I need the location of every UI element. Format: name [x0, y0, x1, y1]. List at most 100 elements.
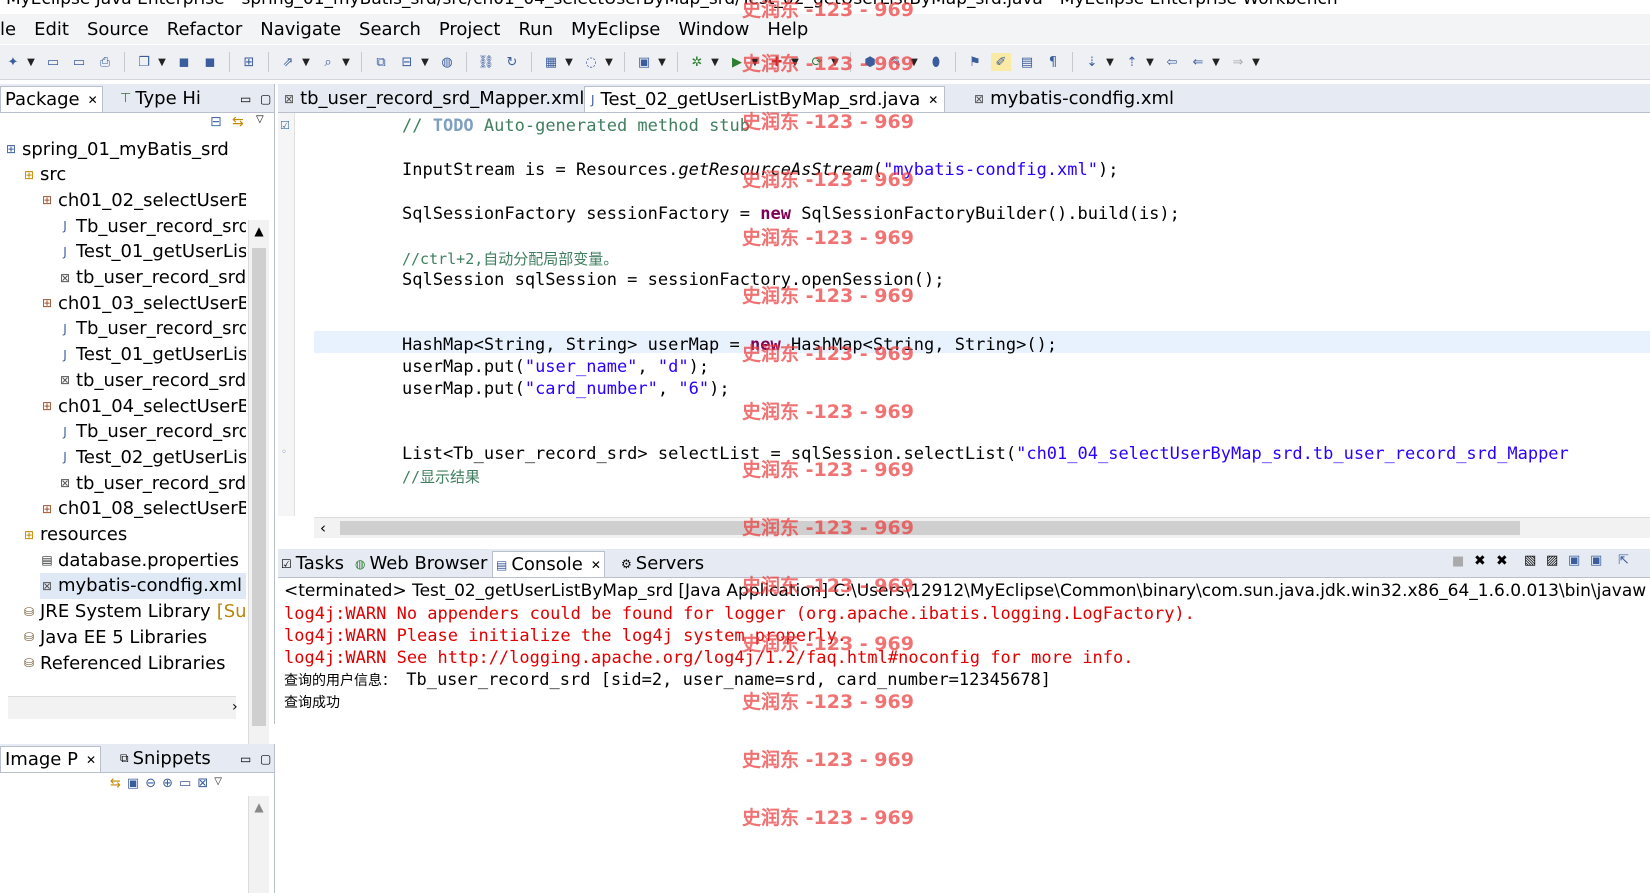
- perspective-dropdown-icon[interactable]: ▼: [564, 53, 574, 71]
- menu-item[interactable]: Search: [350, 19, 430, 40]
- menu-item[interactable]: Project: [430, 19, 510, 40]
- link-icon[interactable]: ⛓: [476, 53, 496, 71]
- new-icon[interactable]: ✦: [3, 53, 23, 71]
- console-output[interactable]: <terminated> Test_02_getUserListByMap_sr…: [278, 578, 1650, 893]
- terminate-icon[interactable]: ■: [1452, 554, 1464, 569]
- external-tools-icon[interactable]: ⟳: [807, 53, 827, 71]
- view-menu-icon[interactable]: ▽: [214, 776, 222, 791]
- run-dropdown-icon[interactable]: ▼: [750, 53, 760, 71]
- search-dropdown-icon[interactable]: ▼: [341, 53, 351, 71]
- deploy-dropdown-icon[interactable]: ▼: [301, 53, 311, 71]
- tab-type-hierarchy[interactable]: ⊤ Type Hi: [116, 86, 205, 111]
- next-annotation-dropdown-icon[interactable]: ▼: [1105, 53, 1115, 71]
- tree-item[interactable]: ⊞ ch01_08_selectUserBy: [40, 496, 246, 522]
- web-dropdown-icon[interactable]: ▼: [604, 53, 614, 71]
- tab-image-preview[interactable]: Image P ✕: [0, 746, 102, 772]
- open-console-icon[interactable]: ⇱: [1618, 553, 1629, 568]
- tree-item[interactable]: J Test_02_getUserLis: [58, 444, 246, 470]
- maximize-icon[interactable]: ▢: [256, 746, 275, 771]
- scroll-thumb[interactable]: [340, 521, 1520, 535]
- prev-annotation-dropdown-icon[interactable]: ▼: [1145, 53, 1155, 71]
- back-icon[interactable]: ⇐: [1188, 53, 1208, 71]
- open-dropdown-icon[interactable]: ▼: [420, 53, 430, 71]
- remove-all-icon[interactable]: ✖: [1496, 553, 1508, 569]
- coverage-icon[interactable]: ✚: [767, 53, 787, 71]
- tree-item[interactable]: ⊠ mybatis-condfig.xml: [40, 572, 246, 599]
- show-whitespace-icon[interactable]: ¶: [1043, 53, 1063, 71]
- web-icon[interactable]: ◌: [581, 53, 601, 71]
- external-dropdown-icon[interactable]: ▼: [830, 53, 840, 71]
- last-edit-icon[interactable]: ⇦: [1162, 53, 1182, 71]
- actual-size-icon[interactable]: ▭: [179, 776, 191, 791]
- tree-vertical-scrollbar[interactable]: ▲ ▼: [248, 220, 269, 772]
- tree-item[interactable]: ⊞ ch01_02_selectUserBy: [40, 187, 246, 213]
- tree-item[interactable]: ⛁ JRE System Library[Sun: [22, 599, 246, 625]
- tree-item[interactable]: ⊠ tb_user_record_srd: [58, 265, 246, 291]
- tab-web-browser[interactable]: ◍ Web Browser: [352, 551, 490, 576]
- tab-mapper-xml[interactable]: ⊠ tb_user_record_srd_Mapper.xml: [278, 86, 590, 111]
- menu-item[interactable]: Refactor: [158, 19, 252, 40]
- tree-item[interactable]: ▤ database.properties: [40, 547, 239, 573]
- forward-icon[interactable]: ⇒: [1228, 53, 1248, 71]
- open-perspective-icon[interactable]: ⬢: [860, 53, 880, 71]
- menu-item[interactable]: Edit: [25, 19, 78, 40]
- view-menu-icon[interactable]: ▽: [256, 114, 264, 125]
- tree-item[interactable]: ⊞ ch01_04_selectUserBy: [40, 393, 246, 419]
- image-preview-scrollbar[interactable]: ▲: [248, 796, 269, 893]
- wizard-dropdown-icon[interactable]: ▼: [157, 53, 167, 71]
- scroll-left-icon[interactable]: ‹: [320, 519, 326, 537]
- scroll-up-icon[interactable]: ▲: [249, 800, 269, 814]
- new-dropdown-icon[interactable]: ▼: [26, 53, 36, 71]
- deploy-icon[interactable]: ⇗: [278, 53, 298, 71]
- tree-item[interactable]: ⊠ tb_user_record_srd: [58, 470, 246, 496]
- mark-occurrences-icon[interactable]: ✐: [991, 53, 1011, 71]
- clear-console-icon[interactable]: ▧: [1524, 553, 1536, 568]
- server-icon[interactable]: ⊞: [239, 53, 259, 71]
- tree-item[interactable]: J Test_01_getUserLis: [58, 342, 246, 368]
- close-icon[interactable]: ✕: [88, 93, 98, 107]
- menu-item[interactable]: MyEclipse: [562, 19, 669, 40]
- debug-icon[interactable]: ✲: [687, 53, 707, 71]
- tab-console[interactable]: ▤ Console ✕: [492, 551, 605, 577]
- monitor-dropdown-icon[interactable]: ▼: [657, 53, 667, 71]
- menu-item[interactable]: Run: [509, 19, 562, 40]
- tree-item[interactable]: ⊞ ch01_03_selectUserBy: [40, 290, 246, 316]
- scroll-right-icon[interactable]: ›: [232, 699, 238, 715]
- editor-horizontal-scrollbar[interactable]: ‹: [314, 517, 1650, 538]
- link-icon[interactable]: ⇆: [110, 776, 121, 791]
- link-editor-icon[interactable]: ⇆: [232, 114, 244, 130]
- collapse-all-icon[interactable]: ⊟: [210, 114, 222, 130]
- remove-launch-icon[interactable]: ✖: [1474, 553, 1486, 569]
- tree-item[interactable]: ⊠ tb_user_record_srd: [58, 367, 246, 393]
- fit-window-icon[interactable]: ⊠: [197, 776, 208, 791]
- tree-item[interactable]: J Test_01_getUserLis: [58, 239, 246, 265]
- fit-icon[interactable]: ▣: [127, 776, 139, 791]
- package-icon[interactable]: ◼: [174, 53, 194, 71]
- back-dropdown-icon[interactable]: ▼: [1211, 53, 1221, 71]
- marker-icon[interactable]: ⬮: [926, 53, 946, 71]
- menu-item[interactable]: Navigate: [251, 19, 350, 40]
- close-icon[interactable]: ✕: [591, 558, 601, 572]
- toggle-breadcrumb-icon[interactable]: ⚑: [965, 53, 985, 71]
- pin-dropdown-icon[interactable]: ▼: [909, 53, 919, 71]
- menu-item[interactable]: Source: [78, 19, 158, 40]
- open-type-icon[interactable]: ⧉: [371, 53, 391, 71]
- zoom-out-icon[interactable]: ⊖: [145, 776, 156, 791]
- menu-item[interactable]: Help: [758, 19, 817, 40]
- tab-mybatis-config[interactable]: ⊠ mybatis-condfig.xml: [968, 86, 1180, 111]
- display-console-icon[interactable]: ▣: [1590, 553, 1602, 568]
- tree-item[interactable]: ⛁ Referenced Libraries: [22, 650, 226, 676]
- scroll-lock-icon[interactable]: ▨: [1546, 553, 1558, 568]
- new-wizard-icon[interactable]: ❐: [134, 53, 154, 71]
- maximize-icon[interactable]: ▢: [256, 86, 275, 111]
- prev-annotation-icon[interactable]: ⇡: [1122, 53, 1142, 71]
- next-annotation-icon[interactable]: ⇣: [1082, 53, 1102, 71]
- tab-servers[interactable]: ⚙ Servers: [618, 551, 707, 576]
- forward-dropdown-icon[interactable]: ▼: [1251, 53, 1261, 71]
- scroll-up-icon[interactable]: ▲: [249, 224, 269, 238]
- run-icon[interactable]: ▶: [727, 53, 747, 71]
- save-icon[interactable]: ▭: [43, 53, 63, 71]
- tab-tasks[interactable]: ☑ Tasks: [278, 551, 347, 576]
- perspective-icon[interactable]: ▦: [541, 53, 561, 71]
- debug-dropdown-icon[interactable]: ▼: [710, 53, 720, 71]
